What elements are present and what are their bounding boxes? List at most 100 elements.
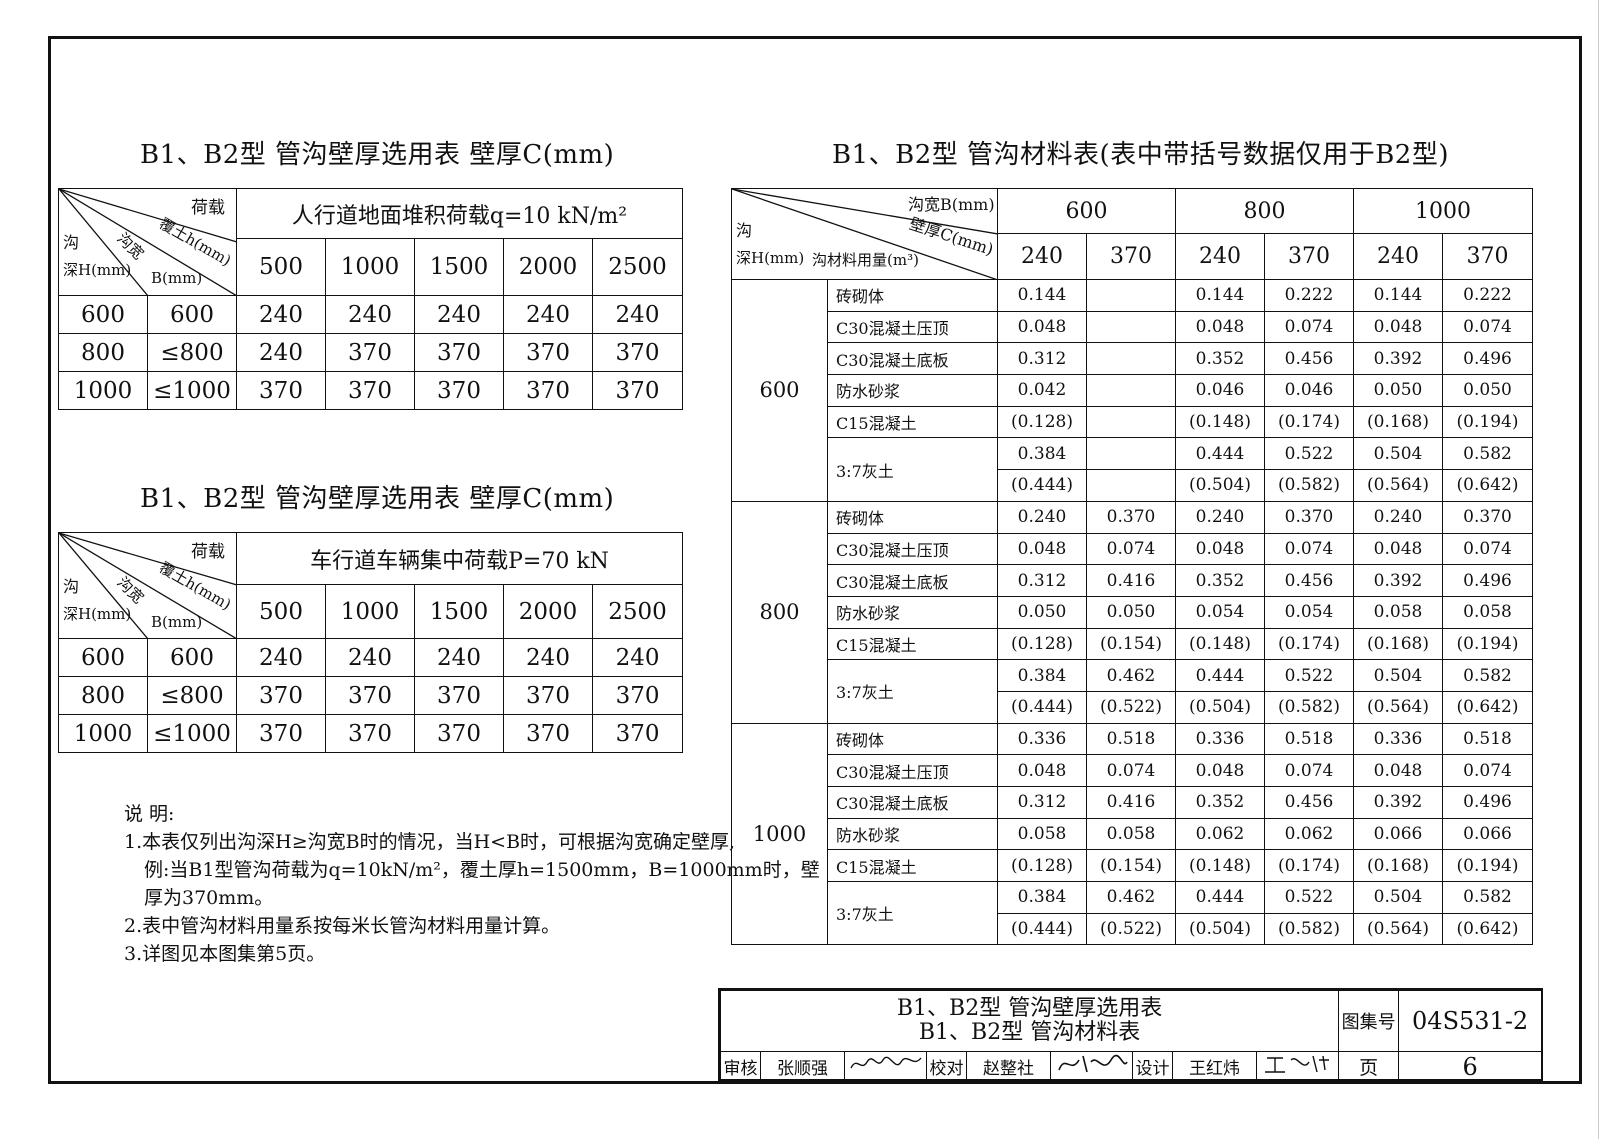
- page-edge-line: [1598, 0, 1599, 1139]
- quantity-cell: 0.050: [1086, 595, 1176, 629]
- thickness-cell: 370: [325, 371, 415, 410]
- quantity-cell: 0.370: [1086, 500, 1176, 534]
- load-span-header: 车行道车辆集中荷载P=70 kN: [235, 532, 684, 585]
- table-row: 600 600 240 240 240 240 240: [58, 638, 684, 677]
- quantity-cell: 0.518: [1086, 722, 1176, 756]
- drawing-name-line1: B1、B2型 管沟壁厚选用表: [896, 996, 1163, 1021]
- depth-cell: 800: [58, 676, 148, 715]
- thickness-cell: 370: [414, 371, 504, 410]
- gou-label: 沟: [736, 221, 753, 240]
- quantity-cell: (0.564): [1353, 912, 1443, 946]
- thickness-cell: 370: [503, 676, 593, 715]
- cover-depth-header: 1000: [325, 238, 415, 296]
- quantity-cell: (0.504): [1175, 690, 1265, 724]
- material-name: C30混凝土底板: [827, 342, 998, 376]
- quantity-cell: 0.048: [1175, 310, 1265, 344]
- note-line: 例:当B1型管沟荷载为q=10kN/m²，覆土厚h=1500mm，B=1000m…: [144, 859, 820, 881]
- thickness-cell: 240: [236, 333, 326, 372]
- quantity-cell: 0.456: [1264, 564, 1354, 597]
- quantity-cell: 0.048: [997, 532, 1087, 566]
- table-row: C15混凝土 (0.128) (0.154) (0.148) (0.174) (0.168…: [732, 627, 1533, 661]
- quantity-cell: 0.582: [1442, 659, 1533, 692]
- table-row: C30混凝土底板 0.312 0.416 0.352 0.456 0.392 0.496: [732, 786, 1533, 819]
- quantity-cell: (0.148): [1175, 849, 1265, 883]
- b-label: B(mm): [151, 269, 203, 287]
- quantity-cell: 0.074: [1264, 310, 1354, 344]
- quantity-cell: 0.384: [997, 437, 1087, 471]
- depth-cell: 1000: [58, 714, 148, 753]
- table-row: 3:7灰土 0.384 0.462 0.444 0.522 0.504 0.582: [732, 659, 1533, 724]
- material-name: 砖砌体: [827, 279, 998, 312]
- quantity-cell: (0.642): [1442, 690, 1533, 724]
- width-cell: 600: [147, 295, 237, 334]
- quantity-cell: (0.194): [1442, 849, 1533, 883]
- quantity-cell: (0.194): [1442, 405, 1533, 439]
- thickness-cell: 370: [591, 676, 684, 715]
- table-row: C30混凝土压顶 0.048 0.074 0.048 0.074 0.048 0.074: [732, 754, 1533, 787]
- quantity-cell: (0.582): [1264, 912, 1354, 946]
- drawing-name: B1、B2型 管沟壁厚选用表 B1、B2型 管沟材料表: [719, 990, 1340, 1052]
- table-row: 1000 ≤1000 370 370 370 370 370: [58, 714, 684, 753]
- cover-depth-header: 2000: [503, 584, 593, 639]
- quantity-cell: 0.240: [1175, 500, 1265, 534]
- thickness-cell: 370: [591, 714, 684, 753]
- designer-signature: [1255, 1051, 1340, 1082]
- table-row: 800 砖砌体 0.240 0.370 0.240 0.370 0.240 0.370: [731, 500, 1533, 724]
- quantity-cell: 0.050: [1442, 374, 1533, 407]
- table-row: 防水砂浆 0.042 0.046 0.046 0.050 0.050: [732, 374, 1533, 407]
- thickness-cell: 370: [236, 676, 326, 715]
- material-name: 砖砌体: [827, 722, 998, 756]
- width-cell: ≤1000: [147, 371, 237, 410]
- quantity-cell: 0.518: [1264, 722, 1354, 756]
- signature-scribble: [1264, 1055, 1329, 1073]
- quantity-cell: 0.054: [1264, 595, 1354, 629]
- table-row: C30混凝土底板 0.312 0.352 0.456 0.392 0.496: [732, 342, 1533, 376]
- notes-heading: 说 明:: [124, 803, 175, 825]
- load-span-header: 人行道地面堆积荷载q=10 kN/m²: [235, 188, 684, 239]
- quantity-cell: 0.392: [1353, 342, 1443, 376]
- quantity-cell: (0.154): [1086, 849, 1176, 883]
- quantity-cell: 0.074: [1264, 532, 1354, 566]
- cover-depth-header: 1500: [414, 584, 504, 639]
- thickness-cell: 240: [236, 638, 326, 677]
- thickness-cell: 240: [414, 638, 504, 677]
- quantity-cell: 0.312: [997, 564, 1087, 597]
- thickness-cell: 240: [325, 638, 415, 677]
- quantity-cell: 0.144: [997, 279, 1087, 312]
- quantity-cell: 0.582: [1442, 437, 1533, 471]
- wall-thickness-table-roadway: 荷载 覆土h(mm) 沟 沟宽 深H(mm) B(mm) 车行道车辆集中荷载P=…: [58, 532, 684, 753]
- quantity-cell: 0.048: [1353, 754, 1443, 787]
- quantity-cell: [1086, 279, 1176, 312]
- width-cell: ≤1000: [147, 714, 237, 753]
- gou-label: 沟: [63, 233, 80, 252]
- quantity-cell: 0.312: [997, 786, 1087, 819]
- quantity-cell: [1086, 310, 1176, 344]
- thickness-cell: 370: [503, 333, 593, 372]
- quantity-cell: (0.444): [997, 690, 1087, 724]
- quantity-cell: 0.074: [1442, 754, 1533, 787]
- quantity-cell: 0.240: [997, 500, 1087, 534]
- quantity-cell: (0.148): [1175, 627, 1265, 661]
- table-row: 1000 ≤1000 370 370 370 370 370: [58, 371, 684, 410]
- title-block: B1、B2型 管沟壁厚选用表 B1、B2型 管沟材料表 图集号 04S531-2…: [718, 988, 1543, 1082]
- quantity-cell: [1086, 469, 1176, 502]
- quantity-cell: 0.058: [1353, 595, 1443, 629]
- thickness-cell: 370: [503, 371, 593, 410]
- checker-signature: [1050, 1051, 1133, 1082]
- atlas-label: 图集号: [1338, 990, 1400, 1052]
- table-row: C15混凝土 (0.128) (0.148) (0.174) (0.168) (0.194…: [732, 405, 1533, 439]
- thickness-cell: 240: [591, 295, 684, 334]
- width-label: 沟宽B(mm): [908, 195, 995, 214]
- quantity-cell: 0.352: [1175, 564, 1265, 597]
- width-cell: ≤800: [147, 676, 237, 715]
- quantity-cell: 0.444: [1175, 659, 1265, 692]
- thickness-cell: 370: [591, 371, 684, 410]
- quantity-cell: 0.048: [1175, 532, 1265, 566]
- quantity-cell: 0.370: [1442, 500, 1533, 534]
- thickness-cell: 370: [325, 676, 415, 715]
- quantity-cell: (0.174): [1264, 405, 1354, 439]
- width-cell: 600: [147, 638, 237, 677]
- thickness-cell: 370: [236, 714, 326, 753]
- signature-scribble: [1057, 1054, 1128, 1073]
- thickness-cell: 240: [503, 295, 593, 334]
